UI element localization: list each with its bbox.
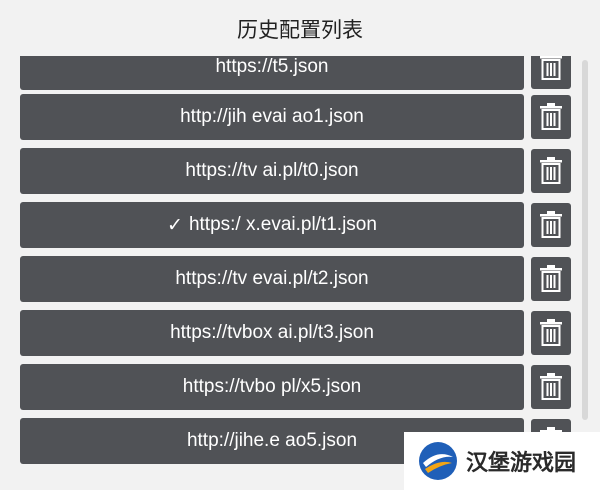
config-url-button[interactable]: https://t5.json bbox=[20, 56, 524, 90]
delete-button[interactable] bbox=[531, 365, 571, 409]
config-url-label: https://tvbo pl/x5.json bbox=[182, 376, 362, 397]
config-url-label: https://tv ai.pl/t0.json bbox=[185, 160, 359, 181]
trash-icon bbox=[540, 265, 562, 292]
config-url-label: http://jihe.e ao5.json bbox=[186, 430, 358, 451]
config-url-label: https://t5.json bbox=[215, 56, 329, 77]
hanbao-logo-icon bbox=[419, 442, 457, 480]
trash-icon bbox=[540, 211, 562, 238]
list-item: https://tvbox ai.pl/t3.json bbox=[0, 310, 600, 356]
list-item: https://tv ai.pl/t0.json bbox=[0, 148, 600, 194]
selected-check-mark: ✓ bbox=[167, 214, 183, 236]
history-config-dialog: 历史配置列表 https://t5.json http://jih evai a… bbox=[0, 0, 600, 490]
trash-icon bbox=[540, 373, 562, 400]
config-list[interactable]: https://t5.json http://jih evai ao1.json bbox=[0, 56, 600, 490]
config-url-button[interactable]: http://jih evai ao1.json bbox=[20, 94, 524, 140]
list-item: https://tv evai.pl/t2.json bbox=[0, 256, 600, 302]
trash-icon bbox=[540, 157, 562, 184]
delete-button[interactable] bbox=[531, 257, 571, 301]
delete-button[interactable] bbox=[531, 56, 571, 89]
config-url-button[interactable]: ✓ https:/ x.evai.pl/t1.json bbox=[20, 202, 524, 248]
delete-button[interactable] bbox=[531, 95, 571, 139]
list-item: http://jih evai ao1.json bbox=[0, 94, 600, 140]
list-scrollbar[interactable] bbox=[582, 60, 588, 420]
delete-button[interactable] bbox=[531, 149, 571, 193]
list-item: https://t5.json bbox=[0, 56, 600, 90]
watermark-text: 汉堡游戏园 bbox=[466, 450, 577, 476]
config-url-label: https:/ x.evai.pl/t1.json bbox=[188, 214, 377, 235]
list-item-selected: ✓ https:/ x.evai.pl/t1.json bbox=[0, 202, 600, 248]
config-url-label: http://jih evai ao1.json bbox=[180, 106, 364, 127]
trash-icon bbox=[540, 56, 562, 80]
config-url-label: https://tv evai.pl/t2.json bbox=[175, 268, 369, 289]
trash-icon bbox=[540, 103, 562, 130]
list-item: https://tvbo pl/x5.json bbox=[0, 364, 600, 410]
config-url-button[interactable]: https://tv evai.pl/t2.json bbox=[20, 256, 524, 302]
trash-icon bbox=[540, 319, 562, 346]
site-watermark: 汉堡游戏园 bbox=[404, 432, 600, 490]
config-url-button[interactable]: https://tvbox ai.pl/t3.json bbox=[20, 310, 524, 356]
delete-button[interactable] bbox=[531, 203, 571, 247]
config-url-button[interactable]: https://tv ai.pl/t0.json bbox=[20, 148, 524, 194]
config-url-label: https://tvbox ai.pl/t3.json bbox=[170, 322, 374, 343]
delete-button[interactable] bbox=[531, 311, 571, 355]
config-url-button[interactable]: https://tvbo pl/x5.json bbox=[20, 364, 524, 410]
dialog-title: 历史配置列表 bbox=[237, 18, 363, 42]
